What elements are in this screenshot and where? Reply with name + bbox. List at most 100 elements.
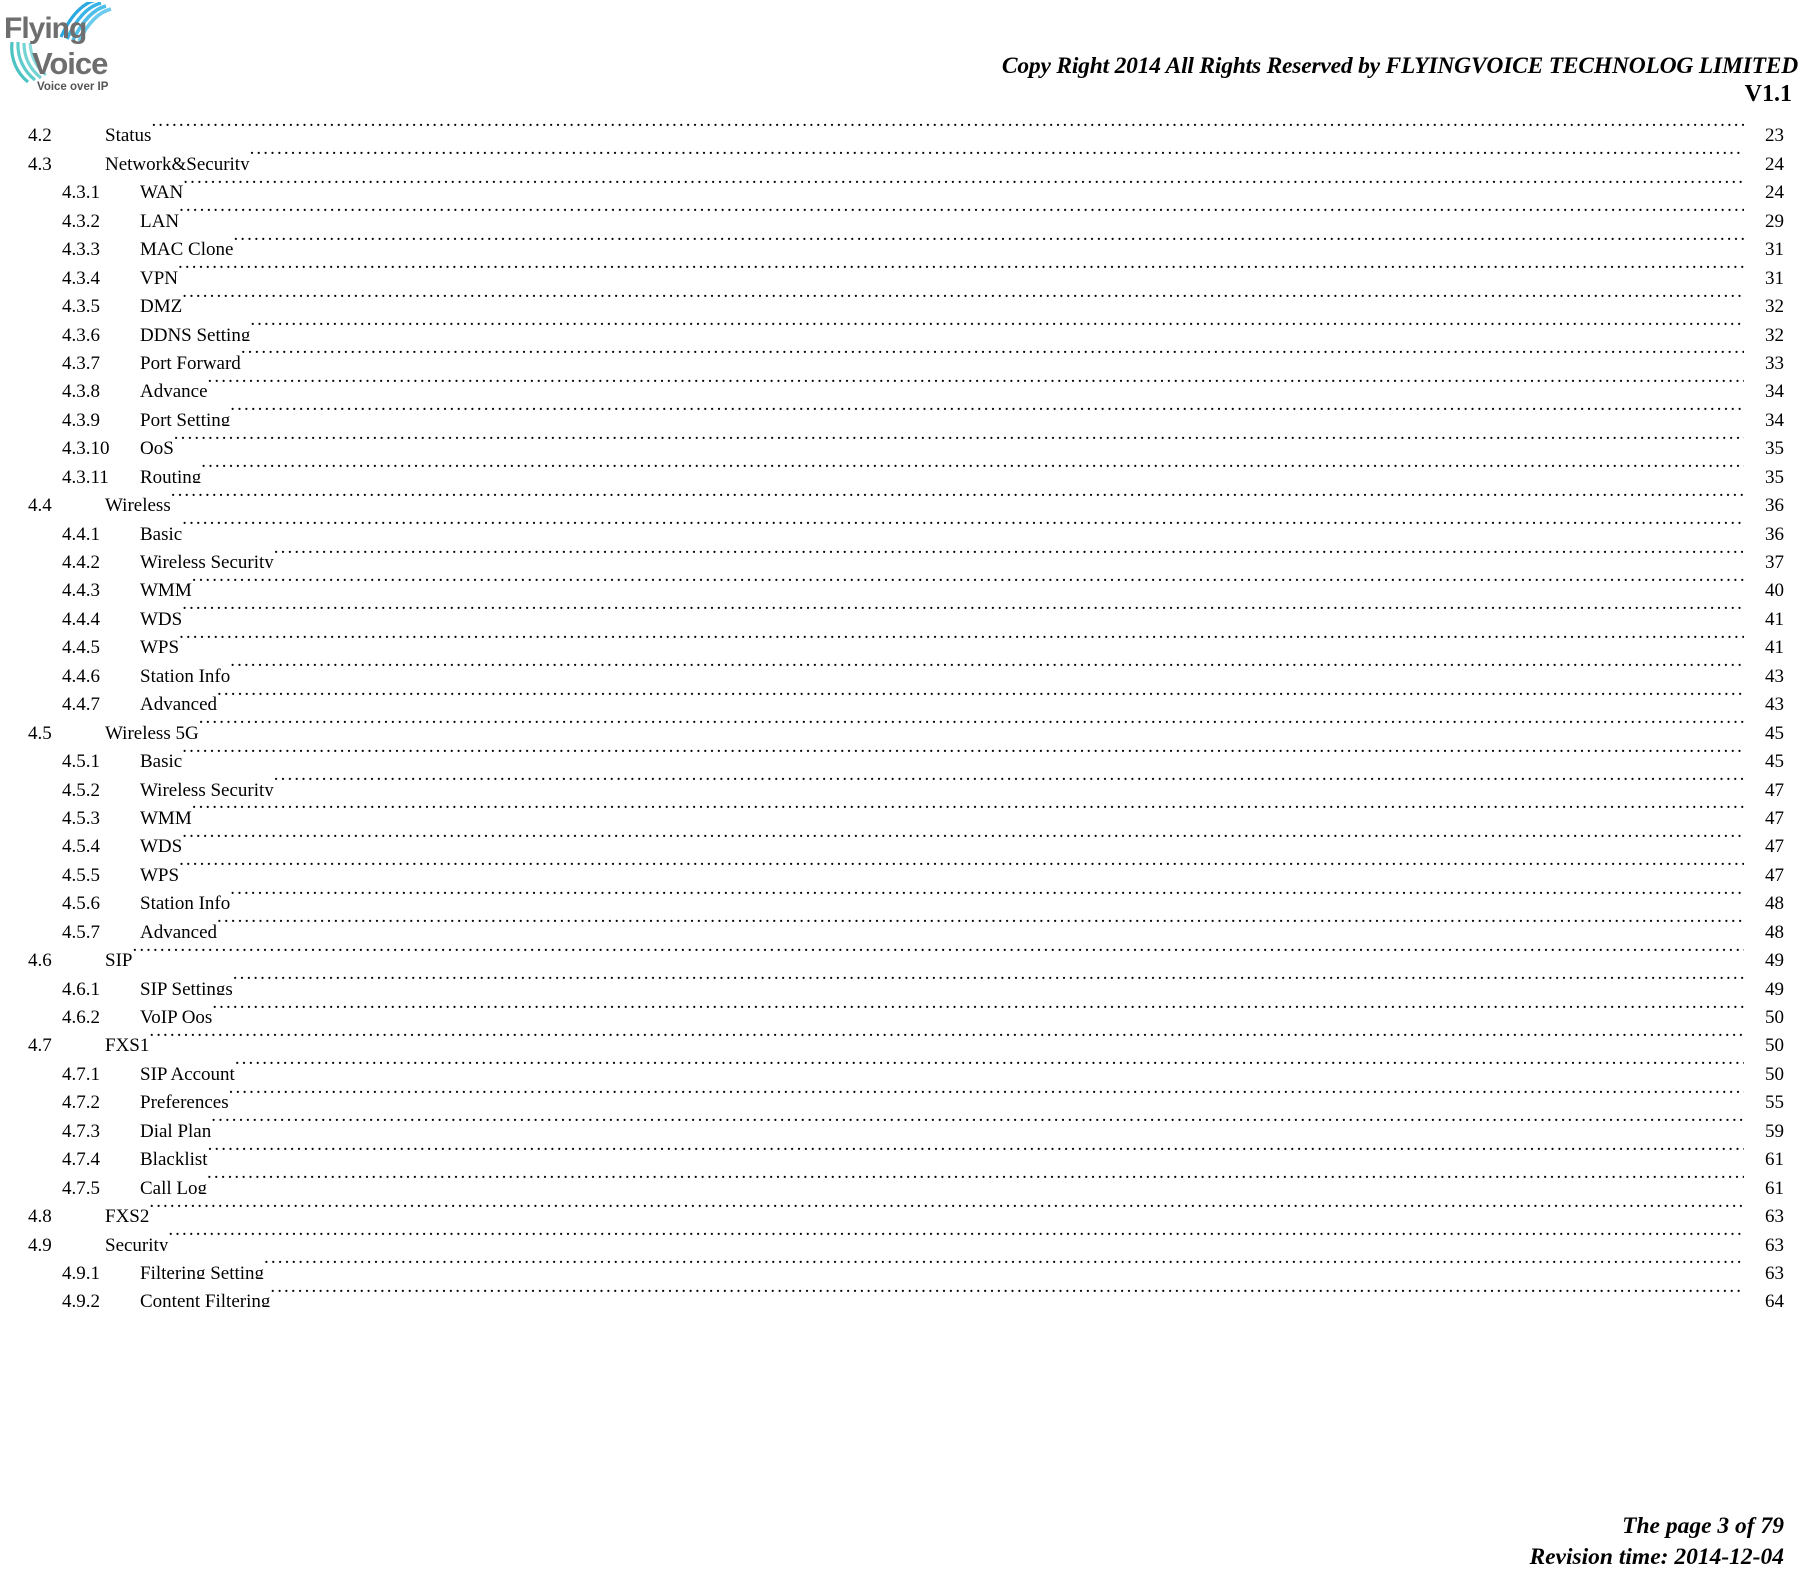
toc-entry-label: LAN (140, 210, 180, 227)
toc-entry[interactable]: 4.4.2 Wireless Security 37 (0, 540, 1806, 568)
toc-entry[interactable]: 4.3.2 LAN 29 (0, 198, 1806, 226)
toc-entry[interactable]: 4.3.9 Port Setting 34 (0, 397, 1806, 425)
toc-entry[interactable]: 4.8 FXS2 63 (0, 1194, 1806, 1222)
toc-dot-leader (168, 1222, 1744, 1250)
toc-entry[interactable]: 4.5.2 Wireless Security 47 (0, 767, 1806, 795)
toc-entry-page-number: 35 (1765, 438, 1784, 455)
toc-entry[interactable]: 4.3.11 Routing 35 (0, 454, 1806, 482)
toc-entry[interactable]: 4.3.4 VPN 31 (0, 255, 1806, 283)
toc-entry-number: 4.7 (28, 1035, 52, 1052)
toc-entry[interactable]: 4.6.2 VoIP Qos 50 (0, 995, 1806, 1023)
toc-dot-leader (229, 1080, 1744, 1108)
toc-entry[interactable]: 4.6.1 SIP Settings 49 (0, 966, 1806, 994)
toc-dot-leader (179, 625, 1744, 653)
toc-entry[interactable]: 4.5.6 Station Info 48 (0, 881, 1806, 909)
toc-dot-leader (183, 170, 1744, 198)
toc-entry-page-number: 41 (1765, 637, 1784, 654)
toc-dot-leader (250, 141, 1744, 169)
toc-dot-leader (151, 113, 1744, 141)
toc-entry[interactable]: 4.4.5 WPS 41 (0, 625, 1806, 653)
toc-dot-leader (192, 568, 1744, 596)
toc-entry-label: Wireless Security (140, 552, 274, 568)
toc-dot-leader (132, 938, 1744, 966)
toc-entry[interactable]: 4.3.3 MAC Clone 31 (0, 227, 1806, 255)
toc-entry[interactable]: 4.5 Wireless 5G 45 (0, 710, 1806, 738)
document-page: Flying Voice Voice over IP Copy Right 20… (0, 0, 1806, 1589)
toc-entry[interactable]: 4.3.7 Port Forward 33 (0, 341, 1806, 369)
toc-entry[interactable]: 4.7.4 Blacklist 61 (0, 1137, 1806, 1165)
toc-entry-label: Wireless Security (140, 779, 274, 796)
toc-entry-label: Station Info (140, 665, 231, 682)
toc-entry-page-number: 49 (1765, 950, 1784, 967)
toc-entry[interactable]: 4.3.1 WAN 24 (0, 170, 1806, 198)
toc-entry[interactable]: 4.4.7 Advanced 43 (0, 682, 1806, 710)
toc-entry-label: Station Info (140, 893, 231, 910)
toc-entry-number: 4.4.3 (62, 580, 100, 597)
toc-entry-page-number: 47 (1765, 807, 1784, 824)
toc-entry-page-number: 33 (1765, 352, 1784, 369)
toc-entry-page-number: 23 (1765, 125, 1784, 142)
toc-dot-leader (274, 540, 1744, 568)
toc-entry-number: 4.5.7 (62, 921, 100, 938)
toc-entry-label: DDNS Setting (140, 324, 251, 341)
toc-entry[interactable]: 4.4.3 WMM 40 (0, 568, 1806, 596)
toc-entry-number: 4.7.2 (62, 1092, 100, 1109)
toc-entry[interactable]: 4.4.6 Station Info 43 (0, 653, 1806, 681)
toc-entry-number: 4.7.5 (62, 1177, 100, 1194)
footer-page-info: The page 3 of 79 (1622, 1513, 1784, 1539)
toc-entry[interactable]: 4.7.5 Call Log 61 (0, 1165, 1806, 1193)
toc-entry[interactable]: 4.9.1 Filtering Setting 63 (0, 1251, 1806, 1279)
toc-entry[interactable]: 4.5.4 WDS 47 (0, 824, 1806, 852)
toc-entry-label: FXS2 (105, 1206, 150, 1223)
toc-entry-number: 4.9 (28, 1234, 52, 1251)
toc-dot-leader (207, 1165, 1744, 1193)
toc-entry-label: VPN (140, 267, 179, 284)
toc-entry-page-number: 37 (1765, 552, 1784, 568)
toc-entry-page-number: 34 (1765, 381, 1784, 398)
toc-dot-leader (250, 312, 1744, 340)
footer-revision: Revision time: 2014-12-04 (1529, 1544, 1784, 1570)
toc-dot-leader (149, 1023, 1744, 1051)
toc-entry-page-number: 29 (1765, 210, 1784, 227)
toc-entry[interactable]: 4.7 FXS1 50 (0, 1023, 1806, 1051)
toc-entry[interactable]: 4.4.4 WDS 41 (0, 596, 1806, 624)
toc-entry[interactable]: 4.2 Status 23 (0, 113, 1806, 141)
toc-entry[interactable]: 4.5.1 Basic 45 (0, 739, 1806, 767)
toc-entry[interactable]: 4.9.2 Content Filtering 64 (0, 1279, 1806, 1307)
toc-entry-page-number: 48 (1765, 921, 1784, 938)
toc-entry[interactable]: 4.9 Security 63 (0, 1222, 1806, 1250)
toc-entry-page-number: 55 (1765, 1092, 1784, 1109)
toc-dot-leader (179, 198, 1744, 226)
toc-entry-label: Basic (140, 523, 183, 540)
toc-entry[interactable]: 4.6 SIP 49 (0, 938, 1806, 966)
toc-entry[interactable]: 4.5.7 Advanced 48 (0, 909, 1806, 937)
toc-entry-page-number: 45 (1765, 751, 1784, 768)
toc-entry[interactable]: 4.5.3 WMM 47 (0, 796, 1806, 824)
toc-entry[interactable]: 4.3.5 DMZ 32 (0, 284, 1806, 312)
toc-dot-leader (270, 1279, 1744, 1307)
toc-entry-page-number: 35 (1765, 466, 1784, 483)
toc-entry-label: Filtering Setting (140, 1262, 265, 1279)
toc-entry-number: 4.8 (28, 1206, 52, 1223)
toc-entry[interactable]: 4.3 Network&Security 24 (0, 141, 1806, 169)
toc-entry-number: 4.4.7 (62, 694, 100, 711)
toc-dot-leader (217, 682, 1744, 710)
toc-entry-number: 4.3.3 (62, 239, 100, 256)
toc-dot-leader (182, 511, 1744, 539)
toc-entry[interactable]: 4.4 Wireless 36 (0, 483, 1806, 511)
toc-entry[interactable]: 4.3.10 QoS 35 (0, 426, 1806, 454)
toc-entry-label: WPS (140, 637, 180, 654)
toc-entry-label: Content Filtering (140, 1291, 271, 1308)
toc-entry-page-number: 45 (1765, 722, 1784, 739)
toc-entry[interactable]: 4.7.3 Dial Plan 59 (0, 1108, 1806, 1136)
toc-entry-label: Port Forward (140, 352, 241, 369)
toc-entry[interactable]: 4.3.8 Advance 34 (0, 369, 1806, 397)
toc-entry-label: WMM (140, 807, 192, 824)
toc-entry[interactable]: 4.7.2 Preferences 55 (0, 1080, 1806, 1108)
toc-entry[interactable]: 4.5.5 WPS 47 (0, 852, 1806, 880)
toc-entry[interactable]: 4.4.1 Basic 36 (0, 511, 1806, 539)
toc-dot-leader (217, 909, 1744, 937)
toc-entry[interactable]: 4.3.6 DDNS Setting 32 (0, 312, 1806, 340)
toc-entry[interactable]: 4.7.1 SIP Account 50 (0, 1051, 1806, 1079)
toc-entry-number: 4.6.1 (62, 978, 100, 995)
